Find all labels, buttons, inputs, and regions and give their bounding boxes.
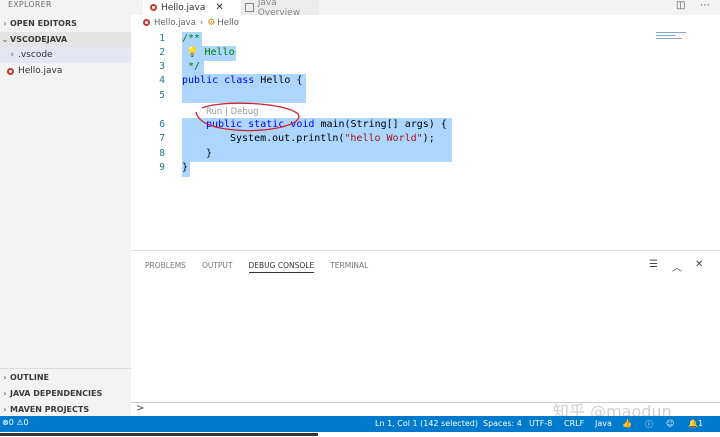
chevron-down-icon: ⌄ xyxy=(1,35,9,44)
open-editors-section[interactable]: › OPEN EDITORS xyxy=(0,16,131,31)
code-line-9: } xyxy=(182,162,189,173)
minimap[interactable] xyxy=(656,32,686,42)
warning-count: 0 xyxy=(23,418,29,427)
keyword: class xyxy=(224,75,255,86)
chevron-right-icon: › xyxy=(3,405,7,414)
code-line-3: */ xyxy=(182,61,201,72)
code-editor[interactable]: 1 2 3 4 5 6 7 8 9 /** 💡 Hello */ public … xyxy=(131,30,720,250)
bottom-strip xyxy=(0,432,720,437)
code-text: main(String[] args) { xyxy=(320,119,447,130)
tab-label: Hello.java xyxy=(161,2,206,13)
bottom-panel: PROBLEMS OUTPUT DEBUG CONSOLE TERMINAL ☰… xyxy=(131,250,720,416)
tab-output[interactable]: OUTPUT xyxy=(202,261,233,273)
editor-tabbar: Hello.java ✕ Java Overview xyxy=(131,0,720,18)
info-icon[interactable]: ⓘ xyxy=(645,419,653,430)
feedback-icon[interactable]: 👍 xyxy=(622,419,632,428)
java-file-icon xyxy=(150,4,157,11)
java-dependencies-section[interactable]: › JAVA DEPENDENCIES xyxy=(0,386,131,401)
bell-icon: 🔔 xyxy=(688,419,698,428)
language-mode[interactable]: Java xyxy=(595,419,612,428)
overview-icon xyxy=(245,3,254,12)
split-editor-icon[interactable]: ◫ xyxy=(676,0,685,11)
chevron-right-icon: › xyxy=(3,19,7,28)
codelens-run-debug[interactable]: Run | Debug xyxy=(206,107,259,117)
class-icon: ⚙ xyxy=(207,17,216,28)
java-dependencies-label: JAVA DEPENDENCIES xyxy=(10,389,103,398)
more-actions-icon[interactable]: ⋯ xyxy=(700,0,710,11)
breadcrumb: Hello.java › ⚙ Hello xyxy=(131,15,720,30)
java-file-icon xyxy=(7,67,14,75)
code-line-6: public static void main(String[] args) { xyxy=(206,119,447,130)
chevron-right-icon: › xyxy=(199,17,204,28)
tab-hello-java[interactable]: Hello.java ✕ xyxy=(143,0,241,15)
line-number: 5 xyxy=(159,90,165,101)
chevron-right-icon: › xyxy=(3,373,7,382)
keyword: static xyxy=(248,119,285,130)
tree-item-hello-java[interactable]: Hello.java xyxy=(0,63,131,79)
smiley-icon[interactable]: ☺ xyxy=(666,419,674,428)
encoding[interactable]: UTF-8 xyxy=(529,419,552,428)
breadcrumb-symbol[interactable]: Hello xyxy=(217,18,239,28)
code-text: System.out.println( xyxy=(230,133,345,144)
code-text: Hello { xyxy=(260,75,303,86)
tree-item-label: .vscode xyxy=(18,50,53,60)
code-line-4: public class Hello { xyxy=(182,75,302,86)
notification-count: 1 xyxy=(697,419,704,428)
outline-label: OUTLINE xyxy=(10,373,49,382)
error-count: 0 xyxy=(8,418,14,427)
tab-debug-console[interactable]: DEBUG CONSOLE xyxy=(248,261,315,273)
tab-problems[interactable]: PROBLEMS xyxy=(145,261,186,273)
line-number: 4 xyxy=(159,75,165,86)
error-icon: ⊗ xyxy=(2,418,9,427)
code-text: ); xyxy=(422,133,435,144)
chevron-up-icon[interactable]: ︿ xyxy=(672,259,682,274)
clear-console-icon[interactable]: ☰ xyxy=(649,259,658,270)
chevron-right-icon: › xyxy=(3,389,7,398)
cursor-position[interactable]: Ln 1, Col 1 (142 selected) xyxy=(375,419,478,428)
warning-icon: ⚠ xyxy=(16,418,24,427)
tree-item-vscode[interactable]: › .vscode xyxy=(0,47,131,63)
chevron-right-icon: › xyxy=(10,50,14,60)
line-number: 2 xyxy=(159,47,165,58)
tab-terminal[interactable]: TERMINAL xyxy=(330,261,368,273)
sidebar: EXPLORER › OPEN EDITORS ⌄ VSCODEJAVA › .… xyxy=(0,0,131,416)
code-line-8: } xyxy=(206,148,213,159)
close-icon[interactable]: ✕ xyxy=(695,259,703,270)
console-prompt: > xyxy=(136,403,145,414)
keyword: void xyxy=(290,119,315,130)
outline-section[interactable]: › OUTLINE xyxy=(0,370,131,385)
close-icon[interactable]: ✕ xyxy=(215,2,223,13)
problems-status[interactable]: ⊗0 ⚠0 xyxy=(2,418,29,427)
line-number: 6 xyxy=(159,119,165,130)
line-number: 8 xyxy=(159,148,165,159)
string-literal: "hello World" xyxy=(344,133,423,144)
maven-projects-label: MAVEN PROJECTS xyxy=(10,405,90,414)
line-ending[interactable]: CRLF xyxy=(564,419,584,428)
maven-projects-section[interactable]: › MAVEN PROJECTS xyxy=(0,402,131,417)
code-line-1: /** xyxy=(182,33,201,44)
line-number: 7 xyxy=(159,133,165,144)
notifications[interactable]: 🔔1 xyxy=(688,419,703,428)
tab-java-overview[interactable]: Java Overview xyxy=(241,0,319,18)
keyword: public xyxy=(182,75,219,86)
java-file-icon xyxy=(143,19,150,26)
keyword: public xyxy=(206,119,243,130)
indentation[interactable]: Spaces: 4 xyxy=(483,419,522,428)
code-line-7: System.out.println("hello World"); xyxy=(230,133,435,144)
tree-item-label: Hello.java xyxy=(18,66,63,76)
line-number: 1 xyxy=(159,33,165,44)
line-number: 9 xyxy=(159,162,165,173)
breadcrumb-file[interactable]: Hello.java xyxy=(154,18,196,28)
sidebar-bottom-sections: › OUTLINE › JAVA DEPENDENCIES › MAVEN PR… xyxy=(0,368,131,416)
folder-section[interactable]: ⌄ VSCODEJAVA xyxy=(0,32,131,47)
explorer-title: EXPLORER xyxy=(8,0,52,9)
folder-label: VSCODEJAVA xyxy=(10,35,68,44)
panel-tabs: PROBLEMS OUTPUT DEBUG CONSOLE TERMINAL xyxy=(145,261,368,273)
comment-text: Hello xyxy=(204,47,235,58)
status-bar: ⊗0 ⚠0 Ln 1, Col 1 (142 selected) Spaces:… xyxy=(0,416,720,432)
line-number: 3 xyxy=(159,61,165,72)
code-line-2: 💡 Hello xyxy=(186,47,235,58)
open-editors-label: OPEN EDITORS xyxy=(10,19,77,28)
lightbulb-icon[interactable]: 💡 xyxy=(186,47,198,58)
